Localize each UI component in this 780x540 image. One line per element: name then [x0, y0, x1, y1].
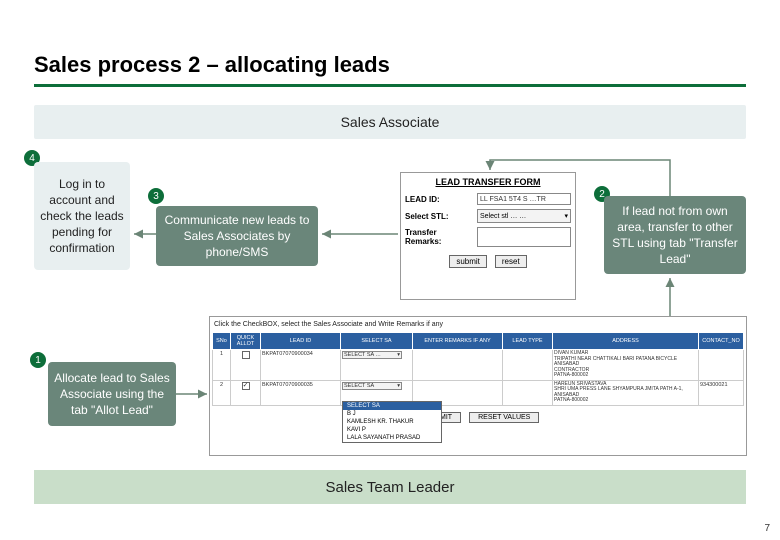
select-sa-dropdown-open: SELECT SAB J KAMLESH KR. THAKURKAVI PLAL…	[342, 401, 442, 443]
step-badge-1: 1	[30, 352, 46, 368]
lead-transfer-form-screenshot: LEAD TRANSFER FORM LEAD ID: LL FSA1 5T4 …	[400, 172, 576, 300]
grid-header: LEAD TYPE	[503, 333, 553, 350]
grid-header: LEAD ID	[261, 333, 341, 350]
grid-header: SNo	[213, 333, 231, 350]
grid-header: SELECT SA	[341, 333, 413, 350]
lead-id-label: LEAD ID:	[405, 195, 473, 204]
grid-instruction: Click the CheckBOX, select the Sales Ass…	[212, 319, 744, 332]
select-sa-dropdown: SELECT SA …▾	[342, 351, 402, 359]
table-row: 1BKPAT07070900034SELECT SA …▾DIVAN KUMAR…	[213, 350, 744, 381]
step-4-box: Log in to account and check the leads pe…	[34, 162, 130, 270]
transfer-reset-button: reset	[495, 255, 527, 268]
dropdown-option: SELECT SA	[343, 402, 441, 410]
step-2-box: If lead not from own area, transfer to o…	[604, 196, 746, 274]
swimlane-sales-team-leader: Sales Team Leader	[34, 470, 746, 504]
step-3-box: Communicate new leads to Sales Associate…	[156, 206, 318, 266]
transfer-submit-button: submit	[449, 255, 487, 268]
select-stl-label: Select STL:	[405, 212, 473, 221]
step-badge-3: 3	[148, 188, 164, 204]
remarks-input	[477, 227, 571, 247]
grid-header: ADDRESS	[553, 333, 699, 350]
dropdown-option: B J	[343, 410, 441, 418]
grid-header: CONTACT_NO	[699, 333, 744, 350]
dropdown-option: LALA SAYANATH PRASAD	[343, 434, 441, 442]
quick-allot-checkbox	[242, 351, 250, 359]
slide-title: Sales process 2 – allocating leads	[34, 52, 390, 78]
dropdown-option: KAVI P	[343, 426, 441, 434]
grid-header: ENTER REMARKS IF ANY	[413, 333, 503, 350]
title-underline	[34, 84, 746, 87]
select-sa-dropdown: SELECT SA▾	[342, 382, 402, 390]
swimlane-sales-associate: Sales Associate	[34, 105, 746, 139]
lead-id-input: LL FSA1 5T4 S …TR	[477, 193, 571, 205]
quick-allot-checkbox	[242, 382, 250, 390]
page-number: 7	[764, 523, 770, 534]
table-row: 2BKPAT07070900035SELECT SA▾HAREUN SRIVAS…	[213, 380, 744, 405]
step-1-box: Allocate lead to Sales Associate using t…	[48, 362, 176, 426]
allot-grid-table: SNoQUICK ALLOTLEAD IDSELECT SAENTER REMA…	[212, 332, 744, 406]
grid-header: QUICK ALLOT	[231, 333, 261, 350]
select-stl-dropdown: Select stl … …▾	[477, 209, 571, 223]
transfer-form-header: LEAD TRANSFER FORM	[405, 177, 571, 187]
grid-reset-button: RESET VALUES	[469, 412, 539, 423]
dropdown-option: KAMLESH KR. THAKUR	[343, 418, 441, 426]
allot-lead-grid-screenshot: Click the CheckBOX, select the Sales Ass…	[209, 316, 747, 456]
chevron-down-icon: ▾	[564, 212, 568, 220]
remarks-label: Transfer Remarks:	[405, 228, 473, 246]
